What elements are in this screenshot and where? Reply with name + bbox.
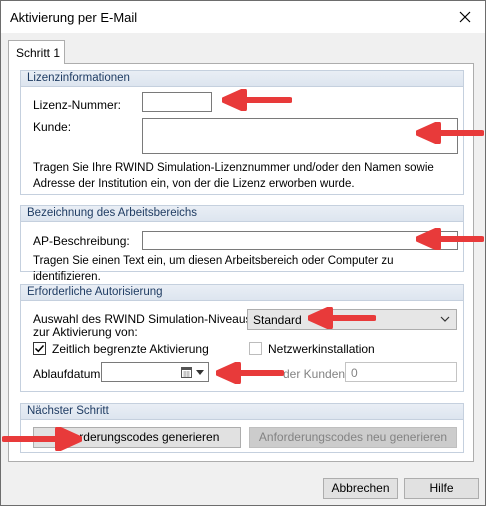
tab-schritt-1[interactable]: Schritt 1 — [8, 40, 65, 64]
arrow-right-icon — [2, 427, 82, 451]
arrow-left-icon — [222, 89, 292, 111]
clients-value: 0 — [351, 366, 358, 380]
group-header-workspace: Bezeichnung des Arbeitsbereichs — [21, 206, 463, 222]
license-number-label: Lizenz-Nummer: — [33, 98, 122, 112]
workspace-desc-input[interactable] — [142, 231, 458, 250]
tab-panel: Lizenzinformationen Lizenz-Nummer: Kunde… — [8, 63, 474, 462]
close-icon — [459, 11, 471, 23]
customer-label: Kunde: — [33, 120, 72, 134]
license-number-input[interactable] — [142, 92, 212, 112]
expiry-date-picker[interactable] — [101, 362, 209, 382]
cancel-button[interactable]: Abbrechen — [323, 478, 398, 499]
expiry-label: Ablaufdatum: — [33, 367, 104, 381]
level-select-value: Standard — [253, 313, 302, 327]
workspace-help-text: Tragen Sie einen Text ein, um diesen Arb… — [33, 255, 394, 283]
group-header-next-step: Nächster Schritt — [21, 404, 463, 420]
group-header-license: Lizenzinformationen — [21, 71, 463, 87]
dropdown-arrow-icon — [196, 370, 204, 375]
level-label-line1: Auswahl des RWIND Simulation-Niveaus — [33, 312, 252, 326]
group-next-step: Nächster Schritt Anforderungscodes gener… — [20, 403, 464, 453]
window-title: Aktivierung per E-Mail — [10, 10, 138, 25]
calendar-icon — [181, 367, 192, 378]
group-workspace: Bezeichnung des Arbeitsbereichs AP-Besch… — [20, 205, 464, 283]
level-label-line2: zur Aktivierung von: — [33, 325, 138, 339]
group-header-authorization: Erforderliche Autorisierung — [21, 285, 463, 301]
customer-input[interactable] — [142, 118, 458, 154]
check-icon — [34, 344, 45, 353]
workspace-desc-label: AP-Beschreibung: — [33, 234, 130, 248]
regenerate-codes-button[interactable]: Anforderungscodes neu generieren — [249, 427, 457, 448]
arrow-left-icon — [416, 122, 484, 144]
timed-activation-label: Zeitlich begrenzte Aktivierung — [52, 342, 209, 356]
network-install-checkbox[interactable] — [249, 342, 262, 355]
arrow-left-icon — [216, 362, 284, 384]
license-help-text: Tragen Sie Ihre RWIND Simulation-Lizenzn… — [33, 162, 434, 190]
help-button[interactable]: Hilfe — [404, 478, 479, 499]
arrow-left-icon — [308, 307, 376, 329]
close-button[interactable] — [445, 1, 485, 33]
network-install-label: Netzwerkinstallation — [268, 342, 375, 356]
arrow-left-icon — [416, 228, 484, 250]
clients-label: der Kunden: — [283, 367, 349, 381]
clients-input[interactable]: 0 — [345, 362, 457, 382]
title-bar: Aktivierung per E-Mail — [1, 1, 485, 33]
timed-activation-checkbox[interactable] — [33, 342, 46, 355]
chevron-down-icon — [440, 316, 450, 322]
